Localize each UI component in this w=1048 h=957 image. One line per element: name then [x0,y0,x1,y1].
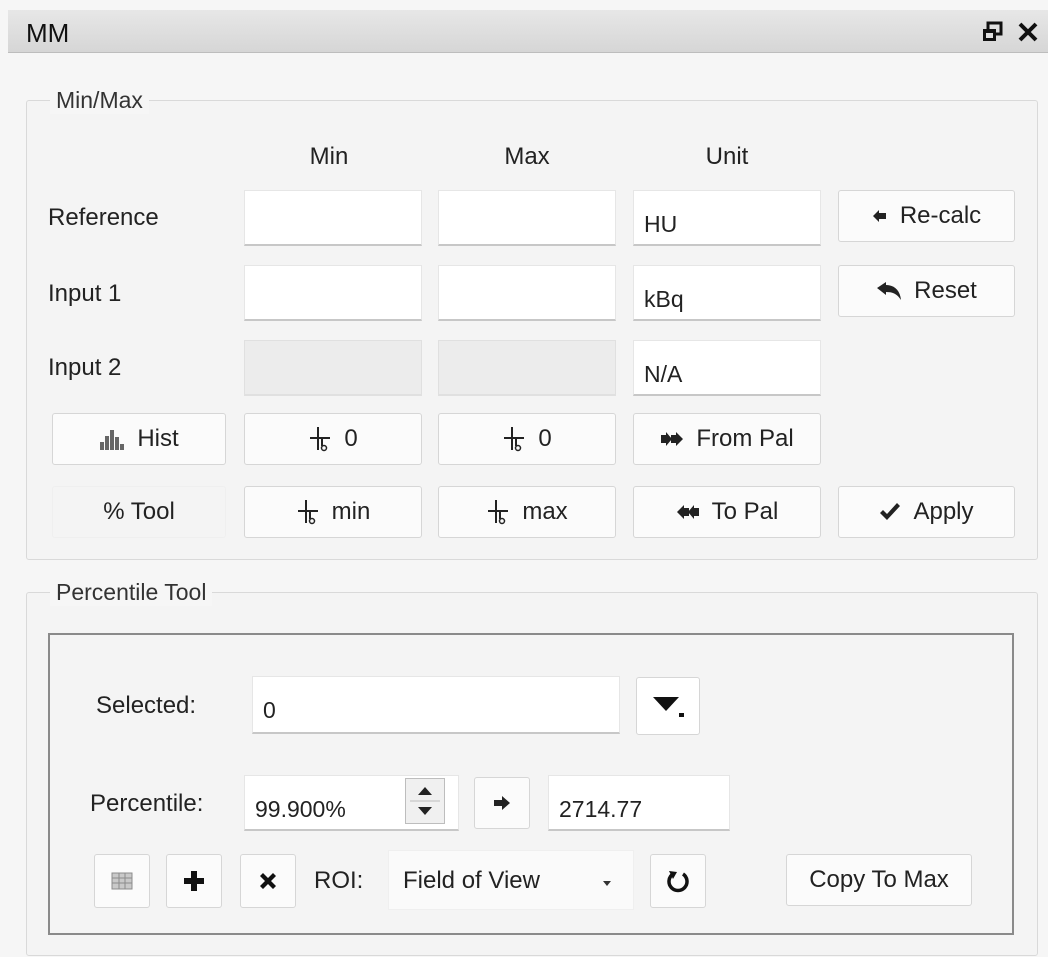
set-min-button[interactable]: min [244,486,422,538]
threshold-icon [486,499,510,525]
arrow-right-icon [493,795,511,811]
input2-min-field [244,340,422,396]
double-arrow-left-icon [676,504,700,520]
title-bar: MM [8,10,1048,53]
threshold-icon [296,499,320,525]
pct-tool-label: % Tool [103,498,175,525]
input1-unit-field[interactable]: kBq [633,265,821,321]
percentile-result-field[interactable]: 2714.77 [548,775,730,831]
percentile-legend: Percentile Tool [50,579,213,606]
zero-max-label: 0 [538,425,552,452]
x-mark-icon [257,870,279,892]
reference-max-field[interactable] [438,190,616,246]
table-grid-icon [111,872,133,890]
reference-unit-field[interactable]: HU [633,190,821,246]
roi-select-value: Field of View [403,867,540,894]
refresh-icon [666,869,690,893]
compute-arrow-button[interactable] [474,777,530,829]
input2-max-field [438,340,616,396]
dropdown-arrow-icon [601,867,613,895]
threshold-icon [308,426,332,452]
set-max-button[interactable]: max [438,486,616,538]
from-pal-label: From Pal [696,425,794,452]
percentile-spinner[interactable] [405,778,445,824]
roi-label: ROI: [314,867,364,894]
arrow-left-icon [872,208,888,224]
reset-button[interactable]: Reset [838,265,1015,317]
mm-panel: MM Min/Max Min Max Unit Reference HU Re-… [0,0,1048,957]
zero-min-button[interactable]: 0 [244,413,422,465]
col-header-max: Max [504,143,550,170]
window-title: MM [26,18,70,48]
col-header-unit: Unit [705,143,749,170]
plus-icon [183,870,205,892]
add-button[interactable] [166,854,222,908]
set-max-label: max [522,498,568,525]
percentile-label: Percentile: [90,790,204,817]
copy-to-max-button[interactable]: Copy To Max [786,854,972,906]
apply-label: Apply [913,498,974,525]
pct-tool-button[interactable]: % Tool [52,486,226,538]
to-pal-button[interactable]: To Pal [633,486,821,538]
double-arrow-right-icon [660,431,684,447]
input1-min-field[interactable] [244,265,422,321]
restore-window-icon[interactable] [980,20,1004,50]
threshold-icon [502,426,526,452]
hist-button[interactable]: Hist [52,413,226,465]
roi-select[interactable]: Field of View [388,850,634,910]
input2-unit-field[interactable]: N/A [633,340,821,396]
from-pal-button[interactable]: From Pal [633,413,821,465]
set-min-label: min [331,498,371,525]
col-header-min: Min [309,143,349,170]
input1-label: Input 1 [48,280,122,307]
table-button[interactable] [94,854,150,908]
selected-dropdown-button[interactable] [636,677,700,735]
reference-min-field[interactable] [244,190,422,246]
zero-max-button[interactable]: 0 [438,413,616,465]
recalc-button[interactable]: Re-calc [838,190,1015,242]
remove-button[interactable] [240,854,296,908]
to-pal-label: To Pal [711,498,779,525]
input2-label: Input 2 [48,354,122,381]
selected-label: Selected: [96,692,197,719]
histogram-icon [99,428,125,450]
refresh-button[interactable] [650,854,706,908]
input1-max-field[interactable] [438,265,616,321]
undo-icon [876,281,902,301]
triangle-down-icon [651,691,685,721]
copy-to-max-label: Copy To Max [809,866,949,893]
percentile-value: 99.900% [255,796,346,822]
close-icon[interactable] [1016,20,1040,50]
apply-button[interactable]: Apply [838,486,1015,538]
reference-label: Reference [48,204,159,231]
spinner-arrows-icon [410,787,440,815]
hist-label: Hist [137,425,179,452]
minmax-legend: Min/Max [50,87,149,114]
selected-field[interactable]: 0 [252,676,620,734]
recalc-label: Re-calc [899,202,982,229]
reset-label: Reset [914,277,977,304]
checkmark-icon [879,502,901,522]
zero-min-label: 0 [344,425,358,452]
